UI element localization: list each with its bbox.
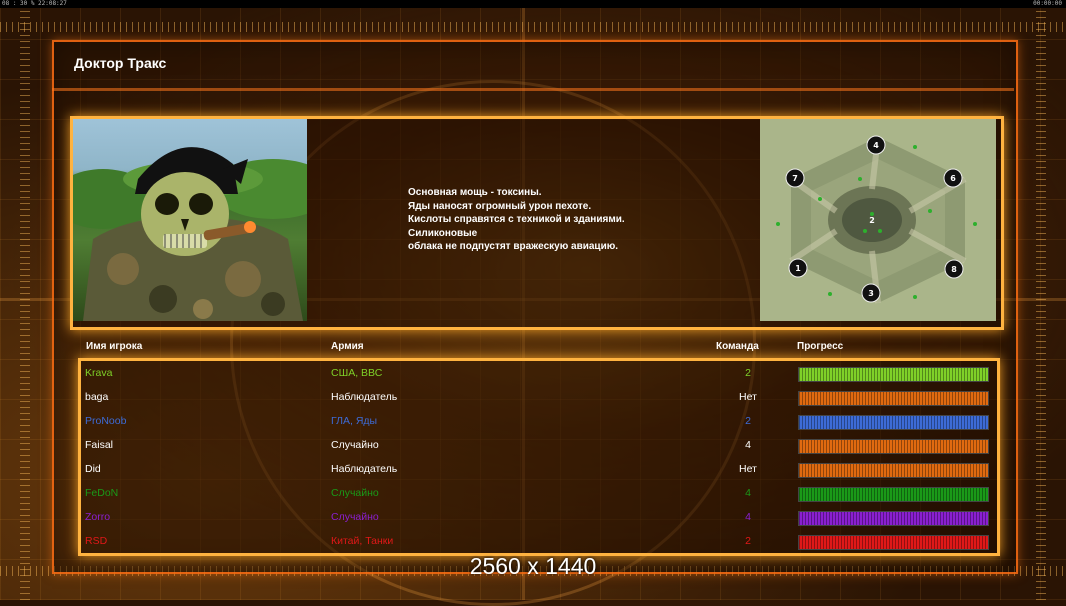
player-team[interactable]: 2 xyxy=(720,529,776,553)
progress-bar xyxy=(798,439,989,454)
description-line: Кислоты справятся с техникой и зданиями. xyxy=(408,214,625,225)
resolution-label: 2560 x 1440 xyxy=(469,553,597,579)
general-portrait xyxy=(73,119,307,321)
progress-bar xyxy=(798,367,989,382)
player-team[interactable]: 2 xyxy=(720,409,776,433)
player-team[interactable]: Нет xyxy=(720,385,776,409)
player-name: baga xyxy=(85,391,109,403)
status-bar: 08 : 30 % 22:08:27 00:00:00 xyxy=(0,0,1066,8)
header-player-name: Имя игрока xyxy=(86,341,143,352)
player-army[interactable]: Наблюдатель xyxy=(331,457,397,481)
map-marker: 6 xyxy=(950,174,956,183)
header-team: Команда xyxy=(716,341,759,352)
player-army[interactable]: Случайно xyxy=(331,433,379,457)
progress-bar xyxy=(798,535,989,550)
map-marker: 7 xyxy=(792,174,798,183)
player-army[interactable]: ГЛА, Яды xyxy=(331,409,377,433)
player-army[interactable]: США, ВВС xyxy=(331,361,382,385)
map-marker: 4 xyxy=(873,141,879,150)
map-marker: 8 xyxy=(951,265,957,274)
title-divider xyxy=(52,88,1014,91)
table-row[interactable]: RSD Китай, Танки 2 xyxy=(0,529,1066,553)
player-army[interactable]: Случайно xyxy=(331,481,379,505)
player-name: Did xyxy=(85,463,101,475)
player-name: ProNoob xyxy=(85,415,127,427)
table-row[interactable]: Did Наблюдатель Нет xyxy=(0,457,1066,481)
table-row[interactable]: Zorro Случайно 4 xyxy=(0,505,1066,529)
description-line: Яды наносят огромный урон пехоте. xyxy=(408,200,592,212)
table-row[interactable]: baga Наблюдатель Нет xyxy=(0,385,1066,409)
progress-bar xyxy=(798,463,989,478)
player-name: RSD xyxy=(85,535,108,547)
player-army[interactable]: Наблюдатель xyxy=(331,385,397,409)
description-line: облака не подпустят вражескую авиацию. xyxy=(408,241,619,252)
status-clock: 22:08:27 xyxy=(38,0,67,7)
table-row[interactable]: ProNoob ГЛА, Яды 2 xyxy=(0,409,1066,433)
table-row[interactable]: FeDoN Случайно 4 xyxy=(0,481,1066,505)
header-progress: Прогресс xyxy=(797,341,844,352)
progress-bar xyxy=(798,487,989,502)
progress-bar xyxy=(798,415,989,430)
map-marker: 3 xyxy=(868,289,874,298)
player-team[interactable]: 4 xyxy=(720,481,776,505)
player-name: Faisal xyxy=(85,439,114,451)
progress-bar xyxy=(798,391,989,406)
map-marker: 1 xyxy=(795,264,801,273)
ruler-top xyxy=(0,22,1066,32)
description-line: Основная мощь - токсины. xyxy=(408,187,542,198)
player-name: Krava xyxy=(85,367,113,379)
player-army[interactable]: Случайно xyxy=(331,505,379,529)
player-team[interactable]: 4 xyxy=(720,433,776,457)
player-name: FeDoN xyxy=(85,487,119,499)
description-line: Силиконовые xyxy=(408,227,478,239)
player-army[interactable]: Китай, Танки xyxy=(331,529,393,553)
table-row[interactable]: Faisal Случайно 4 xyxy=(0,433,1066,457)
player-team[interactable]: Нет xyxy=(720,457,776,481)
table-row[interactable]: Krava США, ВВС 2 xyxy=(0,361,1066,385)
header-army: Армия xyxy=(331,341,364,352)
general-description: Основная мощь - токсины. Яды наносят огр… xyxy=(408,186,738,254)
player-team[interactable]: 2 xyxy=(720,361,776,385)
page-title: Доктор Тракс xyxy=(74,55,167,71)
map-marker: 2 xyxy=(869,216,875,225)
player-name: Zorro xyxy=(85,511,111,523)
status-left-a: 08 : 30 % xyxy=(2,0,35,7)
player-team[interactable]: 4 xyxy=(720,505,776,529)
status-right: 00:00:00 xyxy=(1033,0,1062,7)
map-preview[interactable]: 4 7 6 2 1 8 3 xyxy=(760,119,996,321)
progress-bar xyxy=(798,511,989,526)
